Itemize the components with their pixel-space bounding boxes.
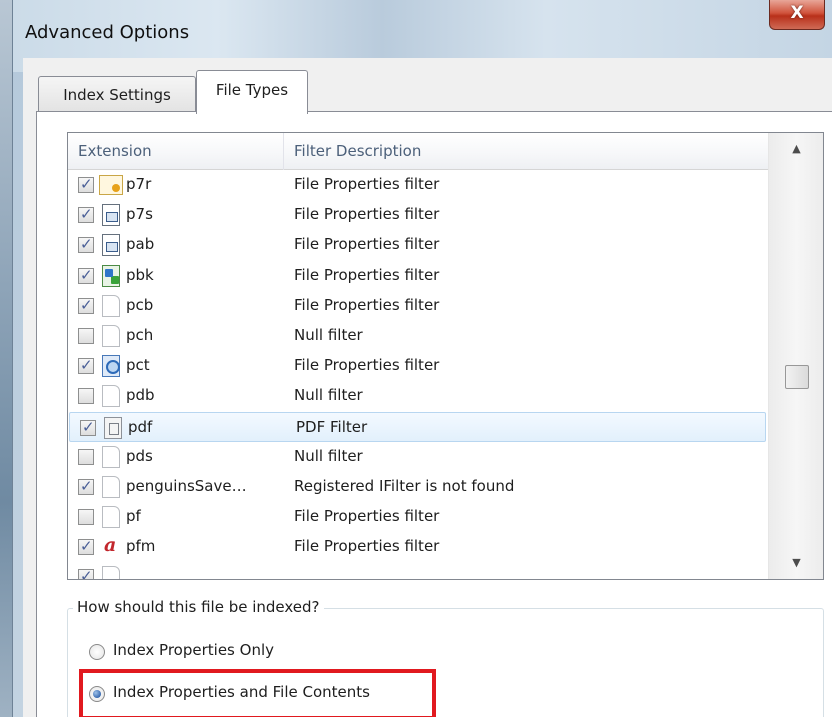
filter-description-cell: File Properties filter — [294, 205, 440, 224]
row-checkbox[interactable] — [78, 537, 94, 556]
blank-file-icon — [102, 506, 120, 529]
close-icon: X — [790, 3, 804, 23]
tab-file-types[interactable]: File Types — [196, 70, 308, 114]
extension-cell: pab — [126, 235, 155, 254]
file-types-list[interactable]: Extension Filter Description p7r File Pro… — [67, 132, 824, 580]
column-header-filter-description[interactable]: Filter Description — [284, 133, 768, 170]
row-checkbox[interactable] — [78, 567, 94, 579]
table-row[interactable]: pcb File Properties filter — [68, 291, 768, 321]
blank-file-icon — [102, 324, 120, 347]
table-row[interactable]: pfm File Properties filter — [68, 532, 768, 562]
extension-cell: pct — [126, 356, 150, 375]
annotation-highlight-box — [79, 669, 436, 717]
extension-cell: pf — [126, 507, 141, 526]
vertical-scrollbar[interactable]: ▲ ▼ — [768, 133, 823, 579]
table-row[interactable]: p7s File Properties filter — [68, 200, 768, 230]
radio-index-properties-only[interactable] — [89, 644, 105, 660]
pdf-file-icon — [104, 416, 122, 439]
table-row[interactable]: pbk File Properties filter — [68, 261, 768, 291]
row-checkbox[interactable] — [78, 266, 94, 284]
card-file-icon — [102, 204, 120, 227]
extension-cell: pfm — [126, 537, 156, 556]
scrollbar-thumb[interactable] — [785, 365, 809, 389]
table-row[interactable]: pab File Properties filter — [68, 230, 768, 260]
blank-file-icon — [102, 445, 120, 468]
dialog-client-area: Index Settings File Types Extension Filt… — [23, 58, 832, 717]
certificate-icon — [99, 175, 123, 195]
desktop-background — [0, 0, 12, 717]
extension-cell: pds — [126, 446, 153, 465]
extension-cell: pbk — [126, 265, 154, 284]
table-row[interactable]: pdf PDF Filter — [69, 411, 766, 442]
table-row[interactable]: pds Null filter — [68, 442, 768, 472]
column-header-extension[interactable]: Extension — [68, 133, 284, 170]
extension-cell: penguinsSave… — [126, 476, 247, 495]
tab-label: Index Settings — [63, 86, 171, 104]
table-row[interactable]: pdb Null filter — [68, 381, 768, 411]
filter-description-cell: PDF Filter — [296, 417, 368, 436]
extension-cell: pdb — [126, 386, 155, 405]
close-button[interactable]: X — [769, 0, 825, 30]
filter-description-cell: File Properties filter — [294, 507, 440, 526]
filter-description-cell: Registered IFilter is not found — [294, 476, 515, 495]
scroll-down-arrow-icon[interactable]: ▼ — [769, 547, 823, 579]
file-types-panel: Extension Filter Description p7r File Pro… — [36, 111, 832, 717]
filter-description-cell: File Properties filter — [294, 295, 440, 314]
row-checkbox[interactable] — [78, 296, 94, 314]
list-header: Extension Filter Description — [68, 133, 768, 170]
extension-cell: pdf — [128, 417, 153, 436]
row-checkbox[interactable] — [78, 388, 94, 405]
row-checkbox[interactable] — [78, 327, 94, 344]
extension-cell: pch — [126, 325, 154, 344]
picture-file-icon — [102, 355, 120, 378]
row-checkbox[interactable] — [78, 356, 94, 375]
filter-description-cell: Null filter — [294, 386, 363, 405]
table-row[interactable]: penguinsSave… Registered IFilter is not f… — [68, 472, 768, 502]
table-row[interactable]: p7r File Properties filter — [68, 170, 768, 200]
font-file-icon — [102, 534, 122, 558]
tab-index-settings[interactable]: Index Settings — [38, 76, 196, 112]
filter-description-cell: File Properties filter — [294, 235, 440, 254]
filter-description-cell: File Properties filter — [294, 356, 440, 375]
card-file-icon — [102, 234, 120, 257]
extension-cell: pcb — [126, 295, 154, 314]
blank-file-icon — [102, 294, 120, 317]
table-row[interactable]: pct File Properties filter — [68, 351, 768, 381]
row-checkbox[interactable] — [78, 448, 94, 465]
advanced-options-dialog: Advanced Options X Index Settings File T… — [12, 0, 832, 717]
tab-label: File Types — [215, 81, 289, 99]
row-checkbox[interactable] — [78, 205, 94, 224]
filter-description-cell: Null filter — [294, 446, 363, 465]
row-checkbox[interactable] — [78, 235, 94, 254]
extension-cell: p7s — [126, 205, 153, 224]
blank-file-icon — [102, 475, 120, 498]
row-checkbox[interactable] — [78, 175, 94, 193]
network-connection-icon — [102, 264, 120, 287]
filter-description-cell: File Properties filter — [294, 175, 440, 193]
row-checkbox[interactable] — [80, 418, 96, 436]
filter-description-cell: File Properties filter — [294, 265, 440, 284]
filter-description-cell: Null filter — [294, 325, 363, 344]
blank-file-icon — [102, 566, 120, 579]
row-checkbox[interactable] — [78, 477, 94, 495]
table-row[interactable]: pch Null filter — [68, 321, 768, 351]
filter-description-cell: File Properties filter — [294, 537, 440, 556]
scroll-up-arrow-icon[interactable]: ▲ — [769, 133, 823, 165]
blank-file-icon — [102, 385, 120, 408]
radio-label-index-properties-only[interactable]: Index Properties Only — [113, 641, 274, 659]
window-title: Advanced Options — [25, 22, 190, 43]
row-checkbox[interactable] — [78, 509, 94, 526]
index-method-group-label: How should this file be indexed? — [73, 598, 324, 616]
table-row[interactable]: pf File Properties filter — [68, 502, 768, 532]
extension-cell: p7r — [126, 175, 152, 193]
table-row[interactable] — [68, 562, 768, 579]
list-rows: p7r File Properties filter p7s File Propert… — [68, 170, 768, 579]
